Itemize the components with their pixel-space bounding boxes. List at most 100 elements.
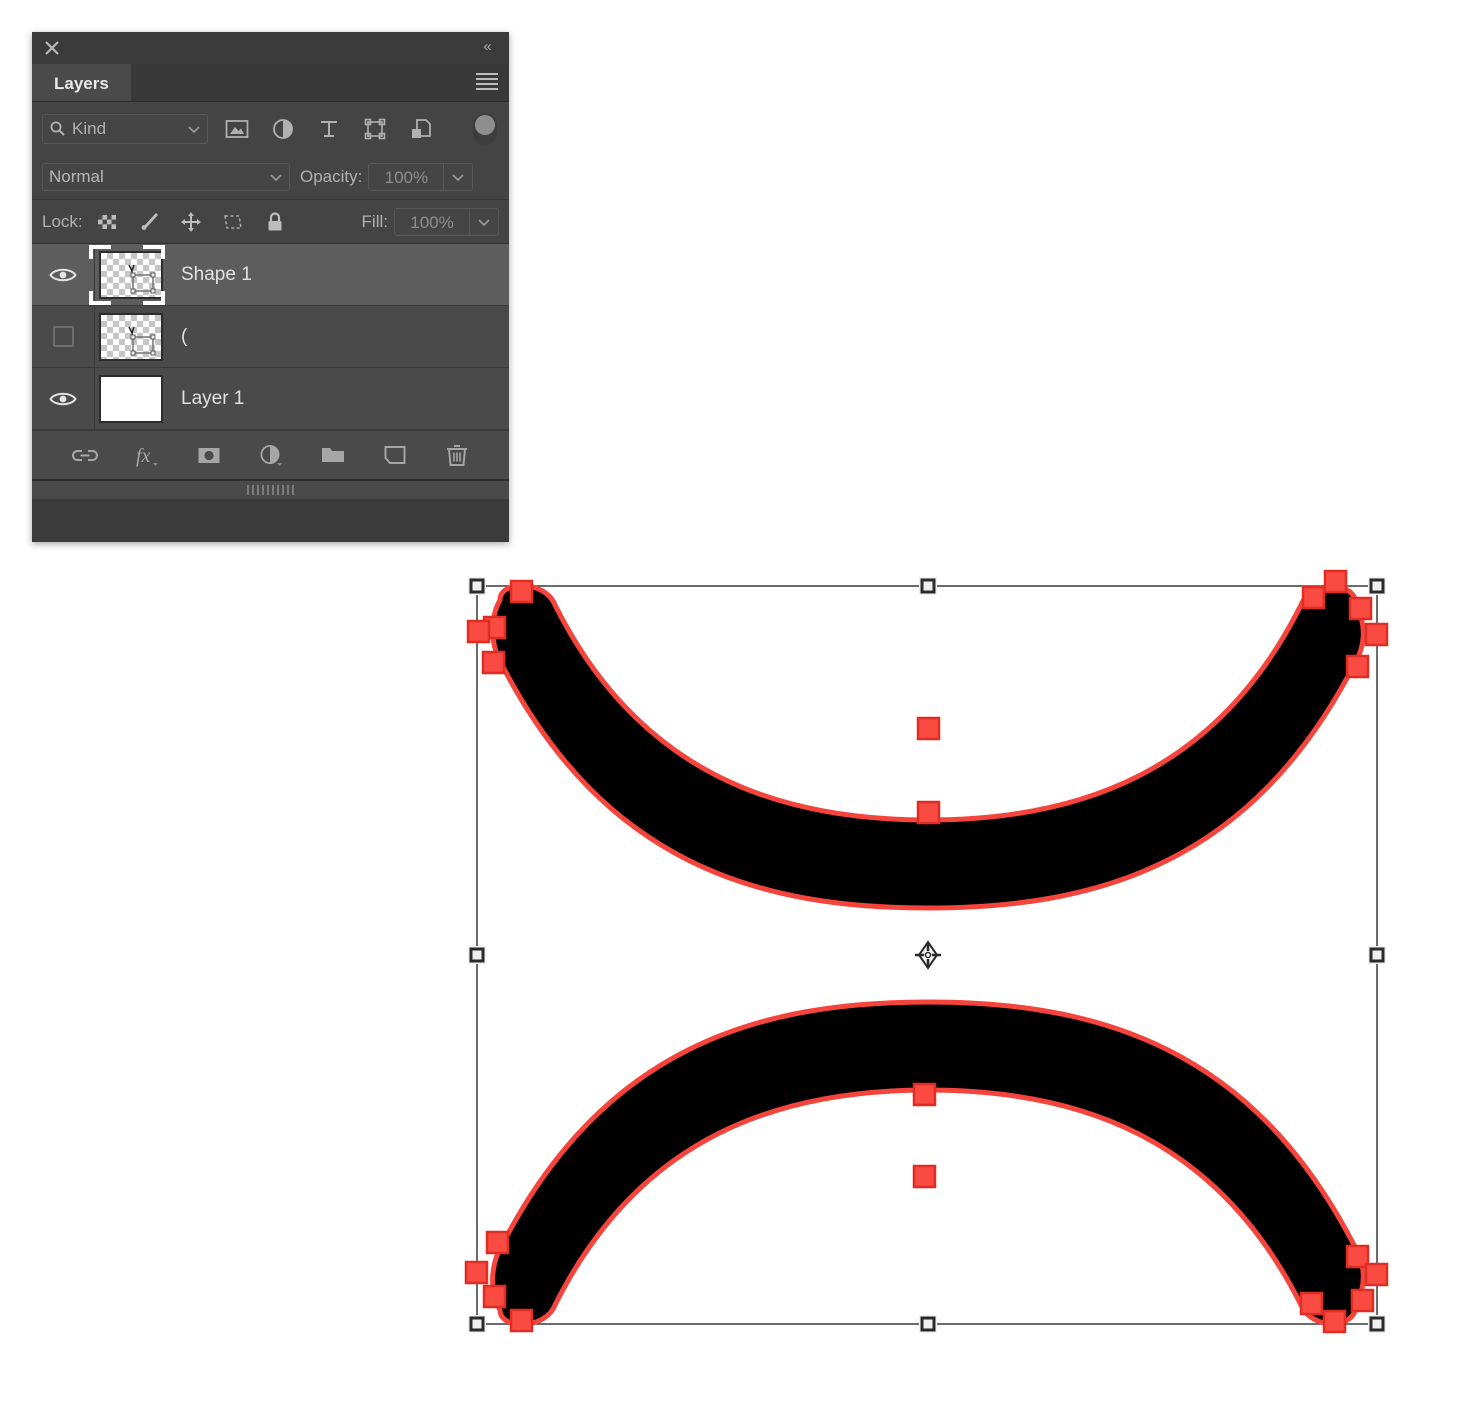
layer-name[interactable]: Layer 1 (181, 388, 244, 410)
layer-row[interactable]: Layer 1 (32, 368, 509, 430)
new-group-icon[interactable] (319, 441, 347, 469)
anchor-point[interactable] (509, 1308, 534, 1333)
anchor-point[interactable] (1364, 622, 1389, 647)
eye-icon (49, 268, 77, 281)
bbox-handle-bottom-center[interactable] (919, 1315, 937, 1333)
anchor-point[interactable] (482, 615, 507, 640)
anchor-point[interactable] (1322, 1309, 1347, 1334)
layers-panel: « Layers Kind Normal Opacity: 100% Lock:… (32, 32, 509, 542)
fill-input[interactable]: 100% (394, 207, 469, 236)
anchor-point[interactable] (912, 1164, 937, 1189)
panel-resize-footer[interactable] (32, 479, 509, 499)
close-icon[interactable] (42, 38, 62, 58)
layer-thumbnail-cell[interactable] (95, 374, 167, 423)
bbox-handle-bottom-left[interactable] (468, 1315, 486, 1333)
layer-row[interactable]: ( (32, 306, 509, 368)
lock-artboard-nesting-icon[interactable] (221, 210, 245, 234)
anchor-point[interactable] (481, 650, 506, 675)
anchor-point[interactable] (1345, 1244, 1370, 1269)
layer-style-fx-icon[interactable]: fx (133, 441, 161, 469)
lock-icon-group (95, 210, 287, 234)
layers-bottom-toolbar: fx (32, 430, 509, 479)
anchor-point[interactable] (1299, 1291, 1324, 1316)
lock-transparent-pixels-icon[interactable] (95, 210, 119, 234)
layer-thumbnail-cell[interactable] (89, 244, 167, 305)
lower-arc-band[interactable] (490, 999, 1366, 1327)
chevron-down-icon (270, 174, 282, 182)
bbox-handle-middle-right[interactable] (1368, 946, 1386, 964)
layer-visibility-toggle[interactable] (32, 368, 95, 429)
bbox-handle-top-center[interactable] (919, 577, 937, 595)
filter-type-layers-icon[interactable] (316, 116, 342, 142)
eye-off-icon (52, 326, 74, 347)
anchor-point[interactable] (466, 619, 491, 644)
lock-all-icon[interactable] (263, 210, 287, 234)
anchor-point[interactable] (916, 800, 941, 825)
transform-reference-point[interactable] (915, 940, 941, 970)
chevron-down-icon (188, 125, 200, 133)
anchor-point[interactable] (1301, 585, 1326, 610)
layer-thumbnail (99, 250, 163, 299)
anchor-point[interactable] (1364, 1262, 1389, 1287)
anchor-point[interactable] (482, 1284, 507, 1309)
anchor-point[interactable] (1350, 1288, 1375, 1313)
filter-kind-select[interactable]: Kind (42, 113, 208, 144)
fill-label: Fill: (361, 211, 388, 231)
anchor-point[interactable] (912, 1082, 937, 1107)
layer-name[interactable]: Shape 1 (181, 264, 252, 286)
opacity-input[interactable]: 100% (368, 163, 444, 191)
link-layers-icon[interactable] (71, 441, 99, 469)
bbox-handles[interactable] (468, 577, 1386, 1333)
search-icon (50, 121, 65, 136)
panel-titlebar: « (32, 32, 509, 64)
eye-icon (49, 392, 77, 405)
layer-row[interactable]: Shape 1 (32, 244, 509, 306)
anchor-point[interactable] (1348, 596, 1373, 621)
vector-shape-badge-icon (128, 326, 156, 355)
layer-name[interactable]: ( (181, 326, 187, 348)
bbox-handle-top-right[interactable] (1368, 577, 1386, 595)
panel-resize-grip[interactable] (246, 485, 295, 495)
lock-image-pixels-icon[interactable] (137, 210, 161, 234)
bbox-handle-middle-left[interactable] (468, 946, 486, 964)
blend-mode-value: Normal (49, 167, 104, 186)
anchor-point[interactable] (1323, 569, 1348, 594)
delete-layer-icon[interactable] (443, 441, 471, 469)
lock-position-icon[interactable] (179, 210, 203, 234)
anchor-point[interactable] (1345, 654, 1370, 679)
panel-tabstrip: Layers (32, 64, 509, 102)
transform-bounding-box[interactable] (476, 585, 1378, 1325)
filter-kind-label: Kind (72, 118, 107, 138)
layer-thumbnail-cell[interactable] (95, 312, 167, 361)
anchor-point[interactable] (509, 579, 534, 604)
fill-stepper[interactable] (469, 207, 499, 236)
layer-list[interactable]: Shape 1 (Layer 1 (32, 243, 509, 430)
new-adjustment-layer-icon[interactable] (257, 441, 285, 469)
layer-visibility-toggle[interactable] (32, 244, 95, 305)
layer-thumbnail (99, 374, 163, 423)
bbox-handle-bottom-right[interactable] (1368, 1315, 1386, 1333)
vector-shape-badge-icon (128, 264, 156, 293)
filter-shape-layers-icon[interactable] (362, 116, 388, 142)
filter-pixel-layers-icon[interactable] (224, 116, 250, 142)
opacity-stepper[interactable] (443, 163, 474, 191)
anchor-point[interactable] (916, 716, 941, 741)
chevron-down-icon (478, 218, 490, 226)
anchor-point[interactable] (485, 1230, 510, 1255)
add-layer-mask-icon[interactable] (195, 441, 223, 469)
toggle-knob (475, 115, 495, 135)
filter-enable-toggle[interactable] (473, 113, 497, 145)
filter-smart-objects-icon[interactable] (408, 116, 434, 142)
upper-arc-band[interactable] (490, 583, 1366, 911)
filter-adjustment-layers-icon[interactable] (270, 116, 296, 142)
hamburger-menu-icon[interactable] (476, 73, 498, 91)
blend-mode-select[interactable]: Normal (42, 163, 290, 191)
new-layer-icon[interactable] (381, 441, 409, 469)
bbox-handle-top-left[interactable] (468, 577, 486, 595)
tab-layers[interactable]: Layers (32, 64, 131, 101)
collapse-panel-icon[interactable]: « (475, 36, 499, 58)
layer-visibility-toggle[interactable] (32, 306, 95, 367)
chevron-down-icon (452, 174, 464, 182)
anchor-point[interactable] (464, 1260, 489, 1285)
path-anchor-points[interactable] (464, 569, 1389, 1334)
